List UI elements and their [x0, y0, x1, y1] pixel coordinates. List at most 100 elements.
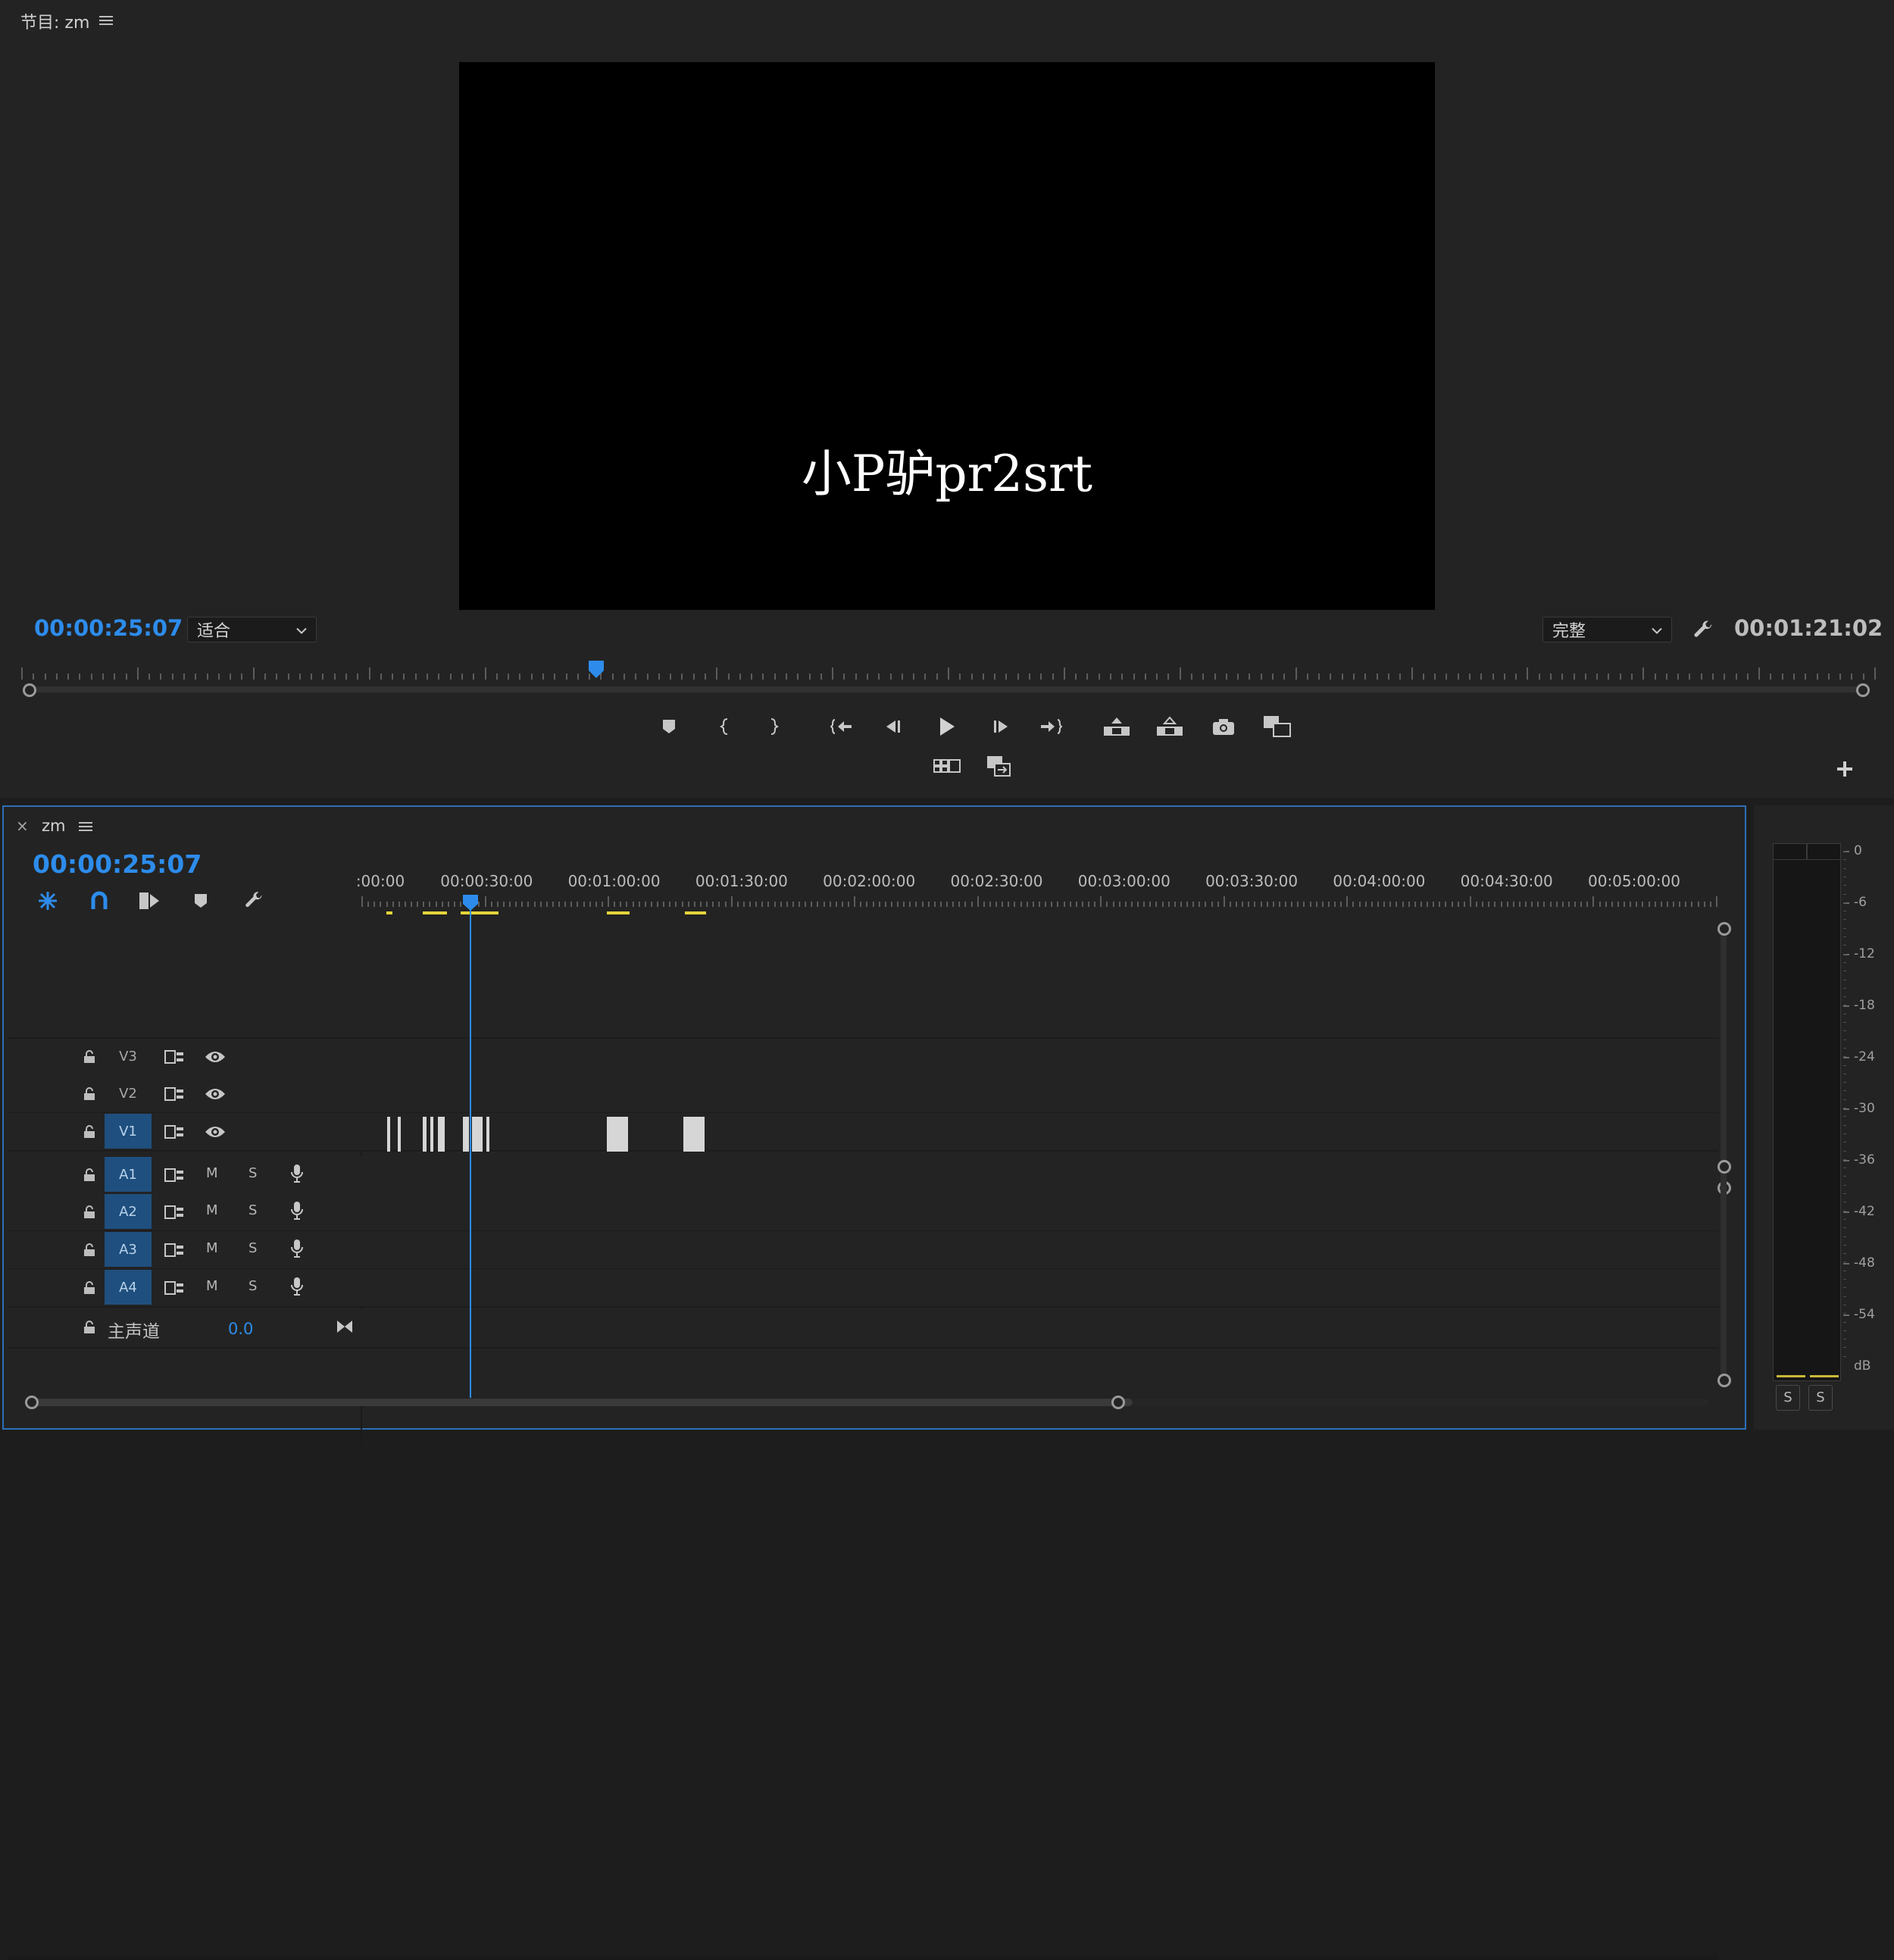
mark-out-icon[interactable] [762, 715, 785, 738]
track-content-area[interactable] [361, 1075, 1718, 1111]
timeline-horizontal-scrollbar[interactable] [25, 1396, 1716, 1409]
track-target-button[interactable]: V1 [105, 1114, 152, 1149]
sync-lock-icon[interactable] [164, 1165, 185, 1185]
close-icon[interactable]: × [16, 817, 29, 835]
track-target-button[interactable]: A2 [105, 1194, 152, 1229]
timeline-ruler[interactable]: :00:00 00:00:30:00 00:01:00:00 00:01:30:00 0… [356, 872, 1717, 907]
sync-lock-icon[interactable] [164, 1240, 185, 1260]
timeline-playhead[interactable] [462, 894, 479, 912]
sync-lock-icon[interactable] [164, 1122, 185, 1142]
lock-icon[interactable] [79, 1122, 100, 1142]
video-track-row[interactable]: V3 [8, 1038, 1718, 1077]
video-clip[interactable] [387, 1117, 390, 1152]
lock-icon[interactable] [79, 1202, 100, 1222]
go-to-out-icon[interactable] [1038, 715, 1064, 738]
sequence-tab-name[interactable]: zm [42, 817, 65, 835]
sync-lock-icon[interactable] [164, 1278, 185, 1298]
video-preview[interactable]: 小P驴pr2srt [459, 62, 1435, 610]
audio-track-row[interactable]: A4 M S [8, 1269, 1718, 1308]
video-clip[interactable] [438, 1117, 445, 1152]
track-target-button[interactable]: A3 [105, 1232, 152, 1267]
solo-left-button[interactable]: S [1776, 1385, 1800, 1411]
master-volume-value[interactable]: 0.0 [228, 1320, 253, 1338]
microphone-icon[interactable] [286, 1164, 308, 1183]
go-to-in-icon[interactable] [829, 715, 855, 738]
video-clip[interactable] [486, 1117, 489, 1152]
track-target-button[interactable]: V2 [105, 1076, 152, 1111]
program-zoom-scrollbar[interactable] [23, 683, 1870, 697]
video-clip[interactable] [423, 1117, 427, 1152]
panel-menu-icon[interactable] [77, 817, 95, 836]
track-content-area[interactable] [361, 1113, 1718, 1149]
mute-button[interactable]: M [206, 1278, 218, 1294]
mute-button[interactable]: M [206, 1165, 218, 1181]
video-vertical-scrollbar[interactable] [1717, 922, 1731, 1195]
video-clip[interactable] [607, 1117, 628, 1152]
video-track-row[interactable]: V1 [8, 1113, 1718, 1152]
lock-icon[interactable] [79, 1165, 100, 1185]
track-content-area[interactable] [361, 1269, 1718, 1305]
step-forward-icon[interactable] [989, 715, 1012, 738]
lock-icon[interactable] [79, 1084, 100, 1104]
play-icon[interactable] [935, 714, 959, 739]
eye-icon[interactable] [205, 1047, 226, 1067]
video-clip[interactable] [430, 1117, 433, 1152]
track-content-area[interactable] [361, 1231, 1718, 1268]
sync-lock-icon[interactable] [164, 1202, 185, 1222]
mute-button[interactable]: M [206, 1202, 218, 1218]
video-clip[interactable] [398, 1117, 401, 1152]
multi-camera-icon[interactable] [932, 755, 962, 777]
audio-track-row[interactable]: A2 M S [8, 1193, 1718, 1232]
microphone-icon[interactable] [286, 1277, 308, 1296]
program-current-time[interactable]: 00:00:25:07 [34, 615, 183, 641]
camera-icon[interactable] [1211, 714, 1236, 739]
sync-lock-icon[interactable] [164, 1047, 185, 1067]
microphone-icon[interactable] [286, 1201, 308, 1221]
proxy-toggle-icon[interactable] [985, 753, 1012, 779]
extract-icon[interactable] [1155, 714, 1185, 739]
video-clip[interactable] [463, 1117, 469, 1152]
track-content-area[interactable] [361, 1193, 1718, 1230]
quality-dropdown[interactable]: 完整 [1542, 617, 1672, 642]
solo-button[interactable]: S [248, 1202, 257, 1218]
comparison-view-icon[interactable] [1262, 714, 1292, 739]
zoom-handle-right[interactable] [1856, 683, 1870, 697]
add-marker-icon[interactable] [189, 889, 213, 913]
video-track-row[interactable]: V2 [8, 1075, 1718, 1114]
mark-in-icon[interactable] [714, 715, 736, 738]
wrench-icon[interactable] [240, 887, 267, 914]
sync-lock-icon[interactable] [164, 1084, 185, 1104]
mute-button[interactable]: M [206, 1240, 218, 1256]
lock-icon[interactable] [79, 1047, 100, 1067]
wrench-icon[interactable] [1689, 617, 1717, 644]
track-target-button[interactable]: A1 [105, 1157, 152, 1192]
scroll-handle-left[interactable] [25, 1396, 39, 1409]
eye-icon[interactable] [205, 1084, 226, 1104]
linked-selection-icon[interactable] [136, 887, 163, 914]
scroll-handle-right[interactable] [1111, 1396, 1125, 1409]
program-time-ruler[interactable] [21, 663, 1876, 680]
microphone-icon[interactable] [286, 1239, 308, 1258]
solo-button[interactable]: S [248, 1278, 257, 1294]
lock-icon[interactable] [79, 1317, 100, 1338]
lock-icon[interactable] [79, 1240, 100, 1260]
timeline-current-time[interactable]: 00:00:25:07 [33, 849, 202, 879]
program-monitor-title[interactable]: 节目: zm [20, 9, 89, 33]
lock-icon[interactable] [79, 1278, 100, 1298]
bowtie-icon[interactable] [333, 1315, 356, 1338]
add-marker-icon[interactable] [658, 715, 680, 738]
nest-sequence-icon[interactable] [34, 887, 61, 914]
audio-track-row[interactable]: A1 M S [8, 1156, 1718, 1195]
step-back-icon[interactable] [882, 715, 905, 738]
lift-icon[interactable] [1102, 714, 1132, 739]
track-target-button[interactable]: A4 [105, 1270, 152, 1305]
video-clip[interactable] [472, 1117, 483, 1152]
solo-button[interactable]: S [248, 1240, 257, 1256]
track-content-area[interactable] [361, 1038, 1718, 1074]
solo-button[interactable]: S [248, 1165, 257, 1181]
track-target-button[interactable]: V3 [105, 1039, 152, 1074]
fit-dropdown[interactable]: 适合 [187, 617, 317, 642]
add-button-icon[interactable] [1833, 758, 1856, 780]
solo-right-button[interactable]: S [1808, 1385, 1833, 1411]
eye-icon[interactable] [205, 1122, 226, 1142]
